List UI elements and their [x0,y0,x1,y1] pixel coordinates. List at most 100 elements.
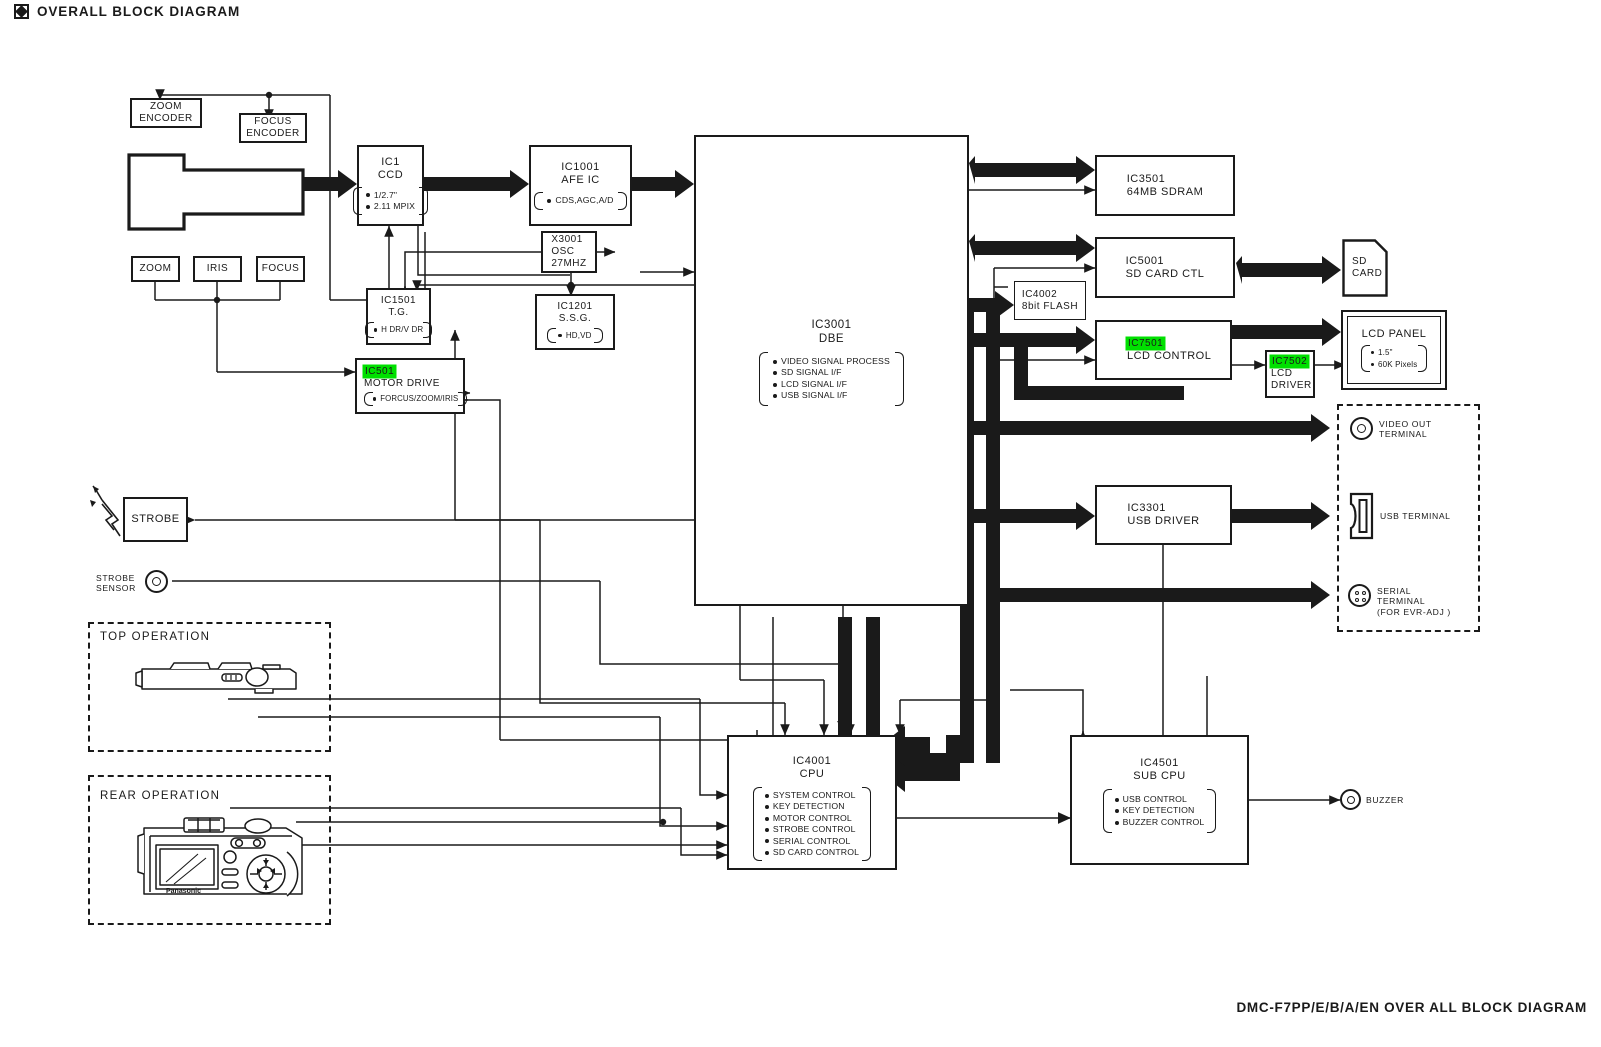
ic4001-bullet-1: KEY DETECTION [772,801,845,812]
focus-motor-block[interactable]: FOCUS [256,256,305,282]
ic3001-name: DBE [818,333,845,345]
ic1-id: IC1 [381,155,400,168]
x3001-osc-block[interactable]: X3001 OSC 27MHZ [541,231,597,273]
zoom-motor-label: ZOOM [139,263,172,274]
top-operation-label: TOP OPERATION [100,631,211,643]
ic7502-id: IC7502 [1271,356,1309,367]
ic4001-bullet-5: SD CARD CONTROL [772,847,860,858]
ic4002-flash-block[interactable]: IC4002 8bit FLASH [1014,281,1086,320]
camera-top-view-illustration [135,662,297,694]
focus-encoder-label: FOCUS ENCODER [246,116,300,139]
svg-text:Panasonic: Panasonic [166,888,201,895]
zoom-encoder-label: ZOOM ENCODER [139,101,193,124]
ic3001-bullet-3: USB SIGNAL I/F [781,390,848,401]
usb-port-icon [1349,492,1374,540]
ic1501-feature-list: H DR/V DR [364,322,433,339]
iris-motor-block[interactable]: IRIS [193,256,242,282]
ic3001-bullet-2: LCD SIGNAL I/F [781,378,848,389]
ic1201-id: IC1201 [557,300,593,312]
ic5001-sdcardctl-block[interactable]: IC5001 SD CARD CTL [1095,237,1235,298]
ic1001-afe-block[interactable]: IC1001 AFE IC CDS,AGC,A/D [529,145,632,226]
serial-terminal-label: SERIAL TERMINAL (FOR EVR-ADJ ) [1377,586,1451,617]
ic3001-bullet-0: VIDEO SIGNAL PROCESS [781,356,890,366]
ic5001-label: IC5001 SD CARD CTL [1125,254,1205,280]
iris-motor-label: IRIS [206,263,229,274]
lcd-bullet-0: 1.5" [1378,348,1393,358]
ic4001-cpu-block[interactable]: IC4001 CPU SYSTEM CONTROL KEY DETECTION … [727,735,897,870]
ic1501-name: T.G. [388,307,409,319]
ic1-ccd-block[interactable]: IC1 CCD 1/2.7" 2.11 MPIX [352,145,429,226]
ic3501-label: IC3501 64MB SDRAM [1126,172,1204,198]
camera-rear-view-illustration: Panasonic [137,817,303,897]
ic1201-name: S.S.G. [558,312,592,324]
lcd-panel-feature-list: 1.5" 60K Pixels [1360,345,1428,372]
ic1-bullet-0: 1/2.7" [373,189,398,200]
ic1501-id: IC1501 [380,295,417,307]
zoom-encoder-block[interactable]: ZOOM ENCODER [130,98,202,128]
ic3001-id: IC3001 [811,319,852,331]
ic501-motor-drive-block[interactable]: IC501 MOTOR DRIVE FORCUS/ZOOM/IRIS [355,358,468,414]
ic7501-lcd-control-block[interactable]: IC7501 LCD CONTROL [1095,320,1232,380]
ic7502-name: LCD DRIVER [1271,368,1312,391]
rca-jack-icon [1350,417,1373,440]
ic4501-bullet-2: BUZZER CONTROL [1122,816,1205,827]
ic4501-name: SUB CPU [1133,770,1186,782]
ic7501-name: LCD CONTROL [1127,349,1212,362]
ic4501-sub-cpu-block[interactable]: IC4501 SUB CPU USB CONTROL KEY DETECTION… [1070,735,1249,865]
footer-text: DMC-F7PP/E/B/A/EN OVER ALL BLOCK DIAGRAM [1236,1000,1587,1015]
sd-card-label-wrap: SD CARD [1352,256,1392,280]
lcd-panel-block[interactable]: LCD PANEL 1.5" 60K Pixels [1341,310,1447,390]
ic1501-bullet-0: H DR/V DR [381,325,424,335]
strobe-block[interactable]: STROBE [123,497,188,542]
serial-jack-icon [1348,584,1371,607]
ic4501-bullet-0: USB CONTROL [1122,794,1188,804]
ic4001-bullet-0: SYSTEM CONTROL [772,790,856,800]
lens-barrel-illustration [127,153,305,231]
rear-operation-label: REAR OPERATION [100,790,221,802]
ic3301-label: IC3301 USB DRIVER [1127,502,1200,527]
ic7501-id: IC7501 [1127,337,1165,349]
ic3001-dbe-block[interactable]: IC3001 DBE VIDEO SIGNAL PROCESS SD SIGNA… [694,135,969,606]
strobe-sensor-icon [145,570,168,593]
ic4001-bullet-2: MOTOR CONTROL [772,812,852,823]
ic1-bullet-1: 2.11 MPIX [373,201,416,211]
ic4001-bullet-4: SERIAL CONTROL [772,835,851,846]
lcd-bullet-1: 60K Pixels [1378,359,1418,369]
video-out-terminal-label: VIDEO OUT TERMINAL [1379,419,1432,440]
block-diagram-canvas: OVERALL BLOCK DIAGRAM ZOOM ENCODER FOCUS… [0,0,1601,1047]
buzzer-label: BUZZER [1366,795,1404,805]
ic501-bullet-0: FORCUS/ZOOM/IRIS [380,394,459,404]
ic1001-feature-list: CDS,AGC,A/D [534,192,627,211]
zoom-motor-block[interactable]: ZOOM [131,256,180,282]
ic4001-id: IC4001 [792,755,832,767]
lcd-panel-name: LCD PANEL [1361,328,1427,341]
ic1201-feature-list: HD,VD [547,327,603,344]
ic1-feature-list: 1/2.7" 2.11 MPIX [352,186,429,216]
ic3301-usb-driver-block[interactable]: IC3301 USB DRIVER [1095,485,1232,545]
ic1201-bullet-0: HD,VD [565,330,592,340]
ic1001-bullet-0: CDS,AGC,A/D [555,195,614,206]
ic1001-name: AFE IC [561,174,600,187]
ic4002-label: IC4002 8bit FLASH [1021,288,1079,312]
ic3001-feature-list: VIDEO SIGNAL PROCESS SD SIGNAL I/F LCD S… [759,352,904,406]
ic4501-bullet-1: KEY DETECTION [1122,805,1195,816]
ic1501-tg-block[interactable]: IC1501 T.G. H DR/V DR [364,288,433,345]
ic3001-bullet-1: SD SIGNAL I/F [781,367,842,378]
focus-encoder-block[interactable]: FOCUS ENCODER [239,113,307,143]
ic1-name: CCD [377,168,404,181]
x3001-label: X3001 OSC 27MHZ [551,234,587,269]
sd-card-label: SD CARD [1352,256,1383,279]
ic501-name: MOTOR DRIVE [364,378,440,390]
ic1001-id: IC1001 [561,161,600,174]
ic1201-ssg-block[interactable]: IC1201 S.S.G. HD,VD [535,294,615,350]
ic501-id: IC501 [364,366,396,378]
ic501-feature-list: FORCUS/ZOOM/IRIS [364,392,468,407]
ic3501-sdram-block[interactable]: IC3501 64MB SDRAM [1095,155,1235,216]
usb-terminal-label: USB TERMINAL [1380,511,1451,521]
ic7502-lcd-driver-block[interactable]: IC7502 LCD DRIVER [1265,350,1315,398]
strobe-flash-icon [90,485,121,537]
strobe-sensor-label: STROBE SENSOR [96,573,136,594]
buzzer-icon [1340,789,1361,810]
ic4001-name: CPU [799,768,825,780]
ic4501-id: IC4501 [1140,757,1179,769]
